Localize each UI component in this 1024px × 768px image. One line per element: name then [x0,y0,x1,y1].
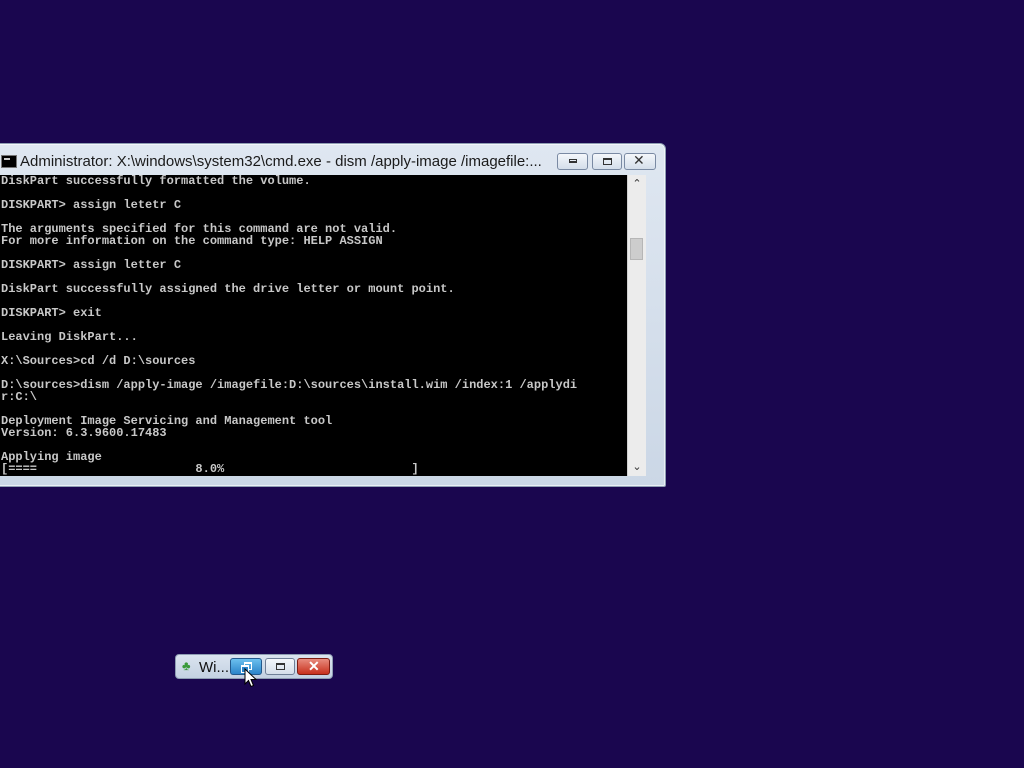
maximize-button[interactable] [592,153,622,170]
console-icon[interactable] [1,155,17,168]
minimize-button[interactable] [557,153,588,170]
scrollbar-thumb[interactable] [630,238,643,260]
console-line: DISKPART> exit [1,306,102,320]
scroll-down-icon[interactable]: ⌄ [631,460,643,474]
cmd-window-title: Administrator: X:\windows\system32\cmd.e… [20,153,542,170]
close-button[interactable]: ✕ [624,152,656,170]
console-line: Version: 6.3.9600.17483 [1,426,167,440]
windows-setup-icon: ♣ [182,658,191,673]
cmd-window: Administrator: X:\windows\system32\cmd.e… [0,143,666,487]
close-button[interactable]: ✕ [297,658,330,675]
maximize-icon [276,663,285,670]
console-line: DiskPart successfully formatted the volu… [1,175,311,188]
console-line: X:\Sources>cd /d D:\sources [1,354,196,368]
console-line: r:C:\ [1,390,38,404]
close-icon: ✕ [633,152,645,168]
maximize-button[interactable] [265,658,295,675]
console-line: [==== 8.0% ] [1,462,419,476]
minimized-window-title: Wi... [199,659,229,676]
console-line: DISKPART> assign letetr C [1,198,182,212]
console-line: Leaving DiskPart... [1,330,138,344]
console-line: For more information on the command type… [1,234,383,248]
cmd-titlebar[interactable]: Administrator: X:\windows\system32\cmd.e… [0,144,665,175]
close-icon: ✕ [308,658,320,674]
mouse-pointer-icon [244,668,258,688]
console-line: DISKPART> assign letter C [1,258,182,272]
vertical-scrollbar[interactable]: ⌃ ⌄ [627,175,646,476]
minimize-icon [569,159,577,163]
console-line: DiskPart successfully assigned the drive… [1,282,455,296]
desktop: { "desktop": { "background_color": "#1a0… [0,0,1024,768]
scroll-up-icon[interactable]: ⌃ [631,177,643,191]
console-line: D:\sources>dism /apply-image /imagefile:… [1,378,578,392]
maximize-icon [603,158,612,165]
console-output[interactable]: DiskPart successfully formatted the volu… [0,175,627,476]
